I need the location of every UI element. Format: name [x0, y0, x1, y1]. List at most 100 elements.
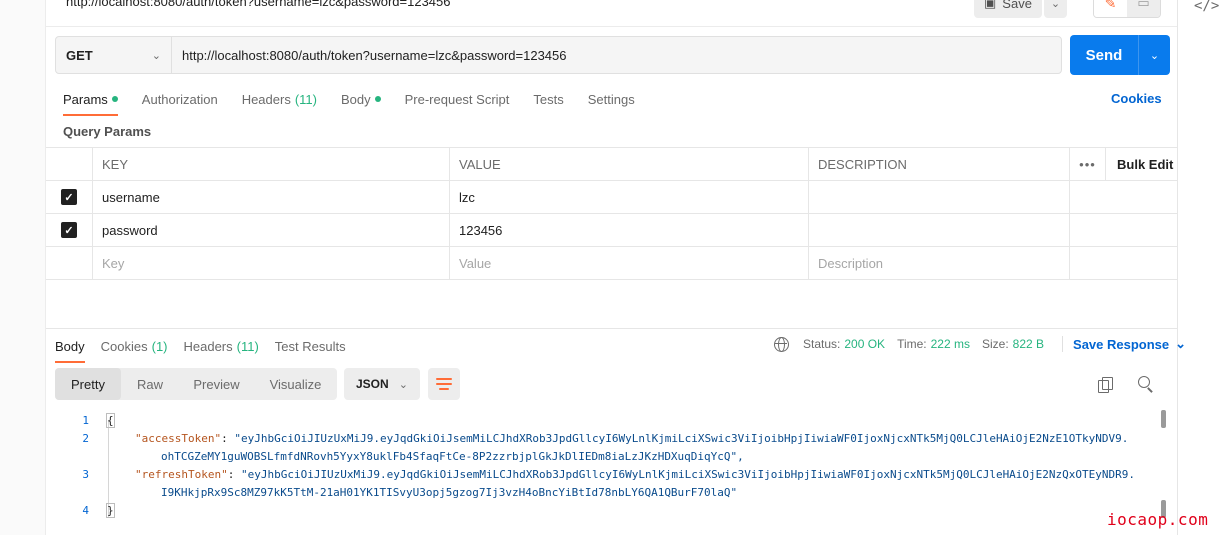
tab-label: Body	[340, 91, 371, 107]
row-spacer	[1106, 214, 1177, 246]
tab-tests[interactable]: Tests	[533, 90, 563, 108]
checkmark-icon: ✓	[61, 189, 77, 205]
copy-icon[interactable]	[1098, 377, 1113, 393]
method-select[interactable]: GET ⌄	[56, 37, 172, 73]
request-tabs: Params Authorization Headers (11) Body P…	[63, 90, 659, 116]
save-button[interactable]: ▣ Save	[974, 0, 1042, 18]
row-spacer	[1070, 181, 1106, 213]
gutter-guide	[108, 420, 109, 517]
open-brace: {	[106, 413, 115, 428]
json-string: "eyJhbGciOiJIUzUxMiJ9.eyJqdGkiOiJsemMiLC…	[240, 468, 1136, 481]
format-select[interactable]: JSON ⌄	[344, 368, 420, 400]
tab-params[interactable]: Params	[63, 90, 118, 116]
value-column-header: VALUE	[450, 148, 809, 180]
view-visualize-button[interactable]: Visualize	[254, 368, 337, 400]
table-row: ✓ password 123456	[46, 214, 1177, 247]
save-response-button[interactable]: Save Response ⌄	[1073, 336, 1186, 352]
code-line: "refreshToken": "eyJhbGciOiJIUzUxMiJ9.ey…	[135, 468, 1135, 481]
param-description-cell[interactable]	[809, 214, 1070, 246]
pane-divider[interactable]	[46, 328, 1177, 329]
row-spacer	[1106, 181, 1177, 213]
checkbox-column-header	[46, 148, 93, 180]
watermark-text: iocaop.com	[1107, 510, 1209, 529]
send-options-chevron-icon[interactable]: ⌄	[1138, 35, 1170, 75]
tab-response-cookies[interactable]: Cookies (1)	[101, 337, 168, 355]
send-button[interactable]: Send	[1070, 35, 1138, 75]
status-dot	[111, 96, 118, 102]
param-description-cell[interactable]	[809, 181, 1070, 213]
bulk-edit-button[interactable]: Bulk Edit	[1106, 148, 1177, 180]
json-string: "eyJhbGciOiJIUzUxMiJ9.eyJqdGkiOiJsemMiLC…	[234, 432, 1129, 445]
line-number: 1	[82, 414, 89, 427]
table-row-empty: Key Value Description	[46, 247, 1177, 280]
code-line: I9KHkjpRx9Sc8MZ97kK5TtM-21aH01YK1TISvyU3…	[161, 486, 737, 499]
json-string: ohTCGZeMY1guWOBSLfmfdNRovh5YyxY8uklFb4Sf…	[161, 450, 744, 463]
view-raw-button[interactable]: Raw	[121, 368, 179, 400]
response-body-code[interactable]: 1 2 3 4 { "accessToken": "eyJhbGciOiJIUz…	[55, 410, 1160, 535]
more-options-icon[interactable]: •••	[1070, 148, 1106, 180]
tab-label: Settings	[587, 91, 635, 107]
wrap-lines-icon[interactable]	[428, 368, 460, 400]
globe-icon[interactable]	[774, 336, 789, 352]
save-label: Save	[1002, 0, 1032, 11]
tab-label: Tests	[533, 91, 564, 107]
code-line: {	[106, 413, 115, 428]
key-input-placeholder[interactable]: Key	[93, 247, 450, 279]
code-line: }	[106, 503, 115, 518]
row-checkbox[interactable]: ✓	[46, 181, 93, 213]
row-checkbox-slot	[46, 247, 93, 279]
tab-settings[interactable]: Settings	[588, 90, 635, 108]
postman-window: </> http://localhost:8080/auth/token?use…	[0, 0, 1227, 535]
tab-response-headers[interactable]: Headers (11)	[184, 337, 259, 355]
row-spacer	[1106, 247, 1177, 279]
chevron-down-icon: ⌄	[151, 49, 161, 62]
tab-label: Cookies	[100, 338, 148, 354]
view-pretty-button[interactable]: Pretty	[55, 368, 121, 400]
tab-response-body[interactable]: Body	[55, 337, 85, 363]
url-input[interactable]: http://localhost:8080/auth/token?usernam…	[172, 37, 1061, 73]
size-value[interactable]: 822 B	[1013, 337, 1044, 351]
format-label: JSON	[356, 377, 389, 391]
param-value-cell[interactable]: 123456	[450, 214, 809, 246]
chevron-down-icon: ⌄	[1175, 336, 1187, 351]
row-spacer	[1070, 247, 1106, 279]
tab-headers[interactable]: Headers (11)	[242, 90, 317, 108]
params-table: KEY VALUE DESCRIPTION ••• Bulk Edit ✓ us…	[46, 147, 1177, 280]
save-response-label: Save Response	[1073, 336, 1170, 352]
description-input-placeholder[interactable]: Description	[809, 247, 1070, 279]
code-line: ohTCGZeMY1guWOBSLfmfdNRovh5YyxY8uklFb4Sf…	[161, 450, 744, 463]
tab-pre-request-script[interactable]: Pre-request Script	[405, 90, 510, 108]
param-key-cell[interactable]: username	[93, 181, 450, 213]
pencil-icon[interactable]: ✎	[1094, 0, 1127, 17]
view-preview-button[interactable]: Preview	[179, 368, 254, 400]
chevron-down-icon: ⌄	[398, 378, 408, 391]
tab-label: Params	[63, 91, 108, 107]
query-params-title: Query Params	[63, 124, 152, 139]
tab-label: Headers	[183, 338, 233, 354]
tab-authorization[interactable]: Authorization	[142, 90, 218, 108]
size-label: Size:	[981, 337, 1009, 351]
key-column-header: KEY	[93, 148, 450, 180]
tab-test-results[interactable]: Test Results	[275, 337, 346, 355]
save-options-chevron-icon[interactable]: ⌄	[1044, 0, 1067, 18]
left-sidebar-strip	[0, 0, 46, 535]
right-context-bar: </>	[1177, 0, 1227, 535]
status-value[interactable]: 200 OK	[844, 337, 885, 351]
scrollbar-thumb[interactable]	[1161, 410, 1166, 428]
divider	[1062, 336, 1064, 352]
tab-label: Headers	[241, 91, 291, 107]
comment-icon[interactable]: ▭	[1127, 0, 1160, 17]
row-spacer	[1070, 214, 1106, 246]
status-label: Status:	[803, 337, 841, 351]
time-value[interactable]: 222 ms	[931, 337, 970, 351]
tab-label: Authorization	[141, 91, 218, 107]
param-value-cell[interactable]: lzc	[450, 181, 809, 213]
search-icon[interactable]	[1138, 376, 1154, 392]
code-snippet-icon[interactable]: </>	[1194, 0, 1219, 14]
param-key-cell[interactable]: password	[93, 214, 450, 246]
line-number: 4	[82, 504, 89, 517]
value-input-placeholder[interactable]: Value	[450, 247, 809, 279]
row-checkbox[interactable]: ✓	[46, 214, 93, 246]
cookies-link[interactable]: Cookies	[1111, 91, 1162, 106]
tab-body[interactable]: Body	[341, 90, 381, 108]
